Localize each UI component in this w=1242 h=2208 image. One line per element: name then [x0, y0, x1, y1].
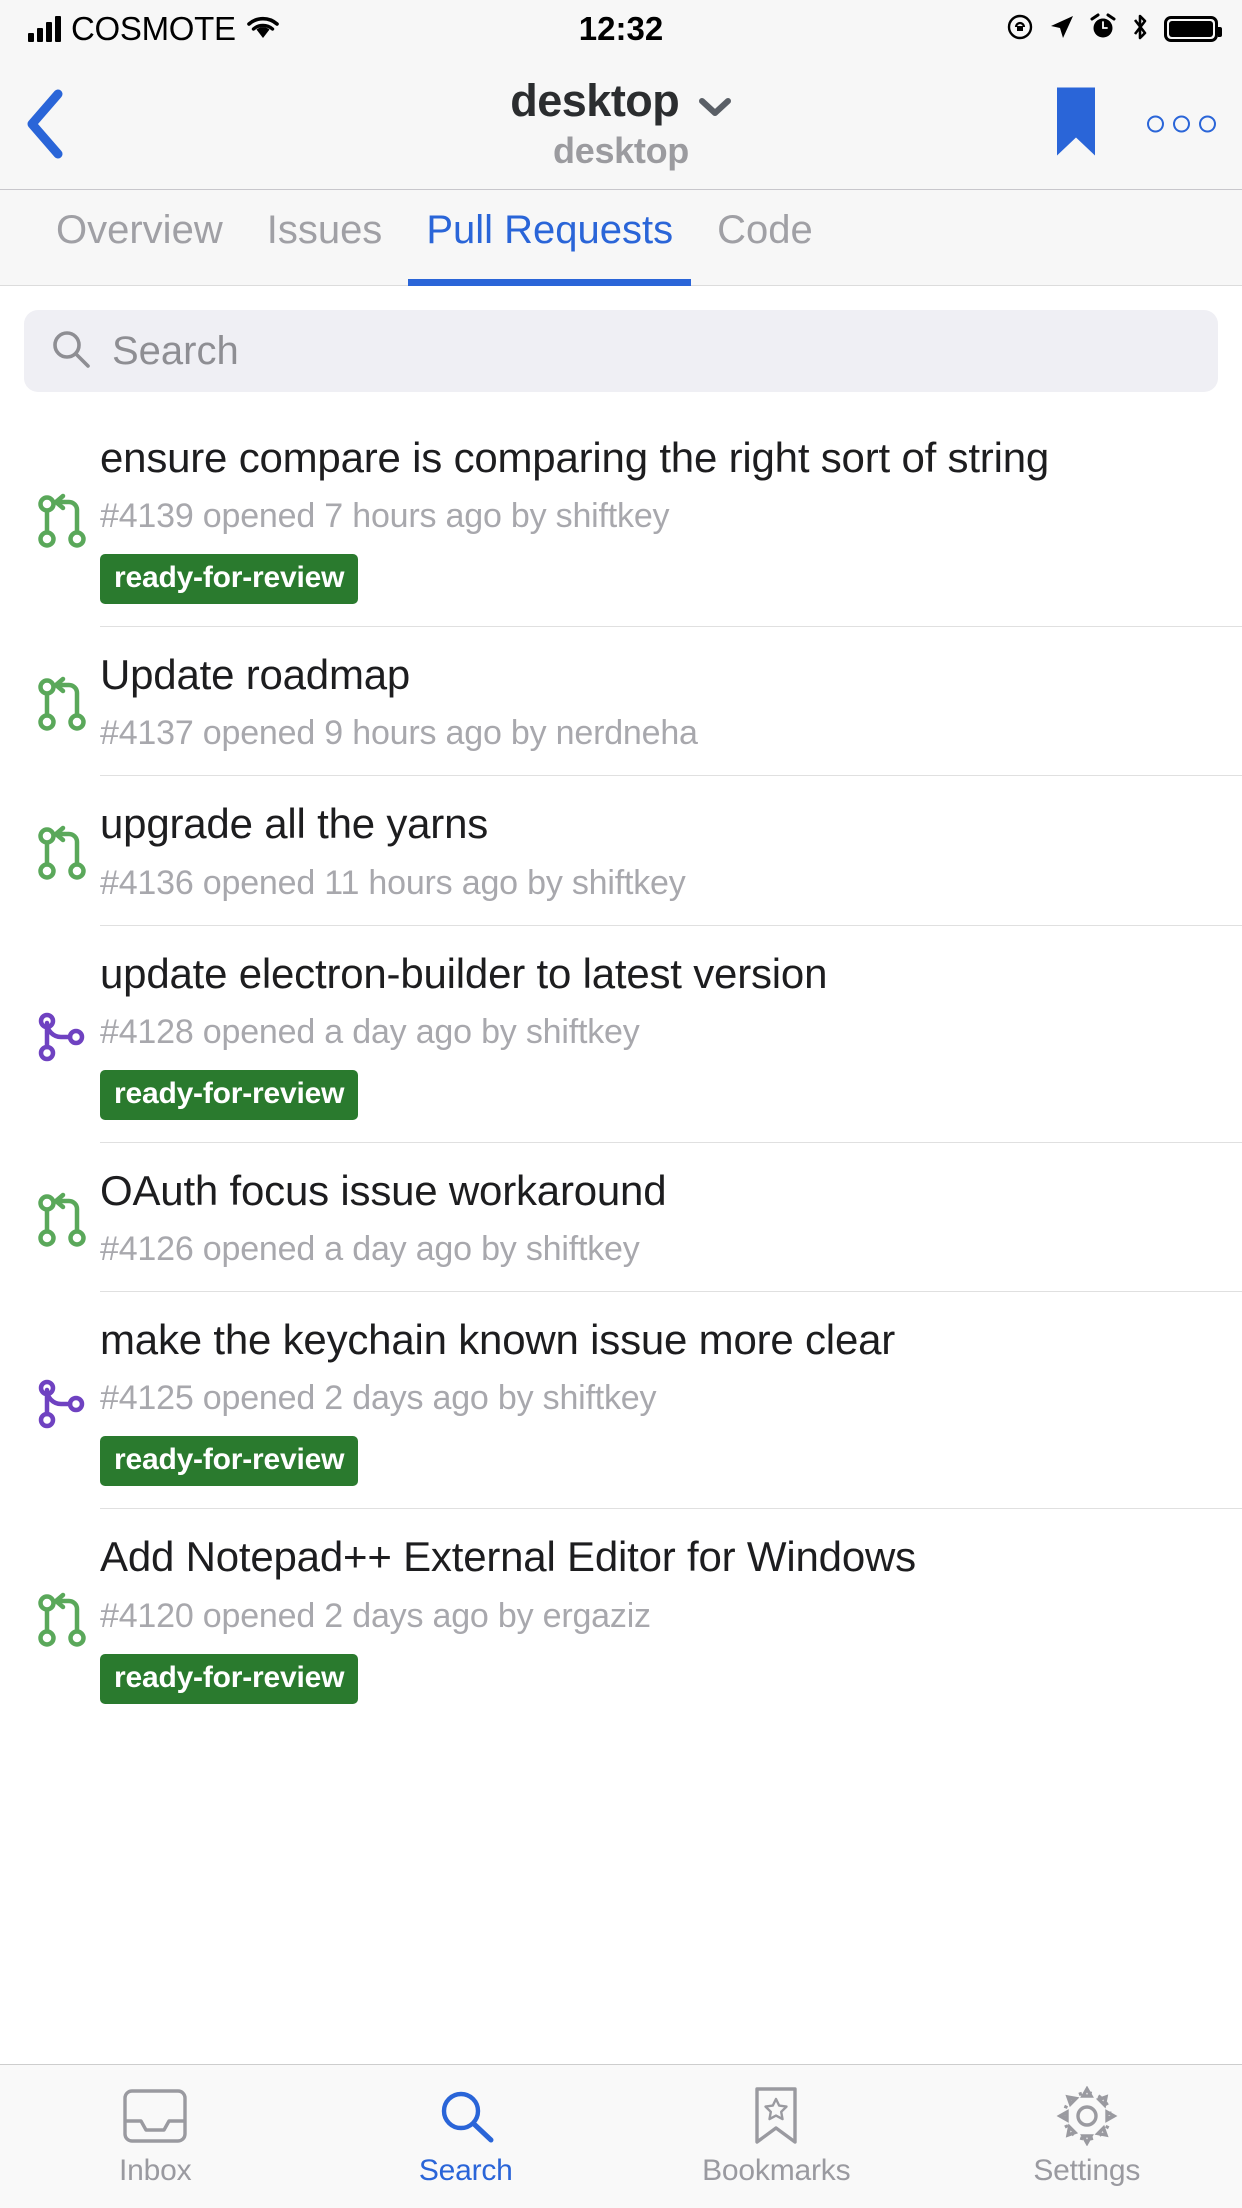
search-icon — [50, 328, 92, 375]
pull-request-list[interactable]: ensure compare is comparing the right so… — [0, 410, 1242, 2208]
tab-bar-item-inbox[interactable]: Inbox — [0, 2065, 311, 2208]
pull-request-labels: ready-for-review — [100, 1653, 1218, 1704]
tab-bar-label: Inbox — [119, 2153, 192, 2187]
tab-bar-label: Bookmarks — [702, 2153, 851, 2187]
navigation-bar: desktop desktop — [0, 58, 1242, 190]
bluetooth-icon — [1130, 12, 1150, 47]
back-chevron-icon — [27, 89, 63, 158]
table-row[interactable]: ensure compare is comparing the right so… — [0, 410, 1242, 628]
tab-overview[interactable]: Overview — [34, 190, 245, 286]
search-container: Search — [0, 286, 1242, 410]
pull-request-meta: #4139 opened 7 hours ago by shiftkey — [100, 497, 670, 536]
nav-right-actions — [1053, 85, 1216, 162]
more-options-icon[interactable] — [1147, 115, 1216, 132]
pull-request-meta: #4125 opened 2 days ago by shiftkey — [100, 1379, 657, 1418]
inbox-icon — [122, 2086, 188, 2146]
pull-request-item[interactable]: Add Notepad++ External Editor for Window… — [100, 1509, 1242, 1725]
page-title: desktop — [510, 75, 680, 126]
bookmark-icon[interactable] — [1053, 85, 1099, 162]
status-bar: COSMOTE 12:32 — [0, 0, 1242, 58]
tab-code[interactable]: Code — [695, 190, 835, 286]
git-pull-request-icon — [24, 410, 100, 627]
table-row[interactable]: Add Notepad++ External Editor for Window… — [0, 1509, 1242, 1725]
tab-pull-requests[interactable]: Pull Requests — [404, 190, 695, 286]
pull-request-title: update electron-builder to latest versio… — [100, 949, 828, 997]
pull-request-item[interactable]: Update roadmap #4137 opened 9 hours ago … — [100, 627, 1242, 777]
tab-bar-item-bookmarks[interactable]: Bookmarks — [621, 2065, 932, 2208]
table-row[interactable]: make the keychain known issue more clear… — [0, 1292, 1242, 1510]
pull-request-title: OAuth focus issue workaround — [100, 1166, 667, 1214]
pull-request-meta: #4128 opened a day ago by shiftkey — [100, 1012, 640, 1051]
table-row[interactable]: Update roadmap #4137 opened 9 hours ago … — [0, 627, 1242, 777]
pull-request-labels: ready-for-review — [100, 554, 1218, 605]
pull-request-meta: #4120 opened 2 days ago by ergaziz — [100, 1596, 651, 1635]
gear-icon — [1056, 2085, 1118, 2146]
pull-request-meta: #4136 opened 11 hours ago by shiftkey — [100, 863, 686, 902]
table-row[interactable]: OAuth focus issue workaround #4126 opene… — [0, 1143, 1242, 1293]
pull-request-title: make the keychain known issue more clear — [100, 1316, 896, 1364]
back-button[interactable] — [22, 84, 92, 164]
git-pull-request-icon — [24, 1509, 100, 1725]
git-merge-icon — [24, 1292, 100, 1509]
pull-request-labels: ready-for-review — [100, 1069, 1218, 1120]
status-badge: ready-for-review — [100, 1436, 359, 1487]
tab-bar-item-settings[interactable]: Settings — [932, 2065, 1242, 2208]
pull-request-meta: #4137 opened 9 hours ago by nerdneha — [100, 714, 698, 753]
status-badge: ready-for-review — [100, 1653, 359, 1704]
git-merge-icon — [24, 926, 100, 1143]
search-input[interactable]: Search — [24, 310, 1218, 392]
alarm-clock-icon — [1090, 13, 1116, 46]
pull-request-item[interactable]: upgrade all the yarns #4136 opened 11 ho… — [100, 776, 1242, 926]
pull-request-labels: ready-for-review — [100, 1436, 1218, 1487]
pull-request-meta: #4126 opened a day ago by shiftkey — [100, 1230, 640, 1269]
bookmark-icon — [751, 2086, 801, 2146]
pull-request-title: Add Notepad++ External Editor for Window… — [100, 1533, 916, 1581]
tab-bar-item-search[interactable]: Search — [311, 2065, 622, 2208]
tab-issues[interactable]: Issues — [245, 190, 405, 286]
table-row[interactable]: update electron-builder to latest versio… — [0, 926, 1242, 1143]
search-icon — [435, 2086, 497, 2146]
battery-icon — [1164, 16, 1222, 42]
pull-request-item[interactable]: make the keychain known issue more clear… — [100, 1292, 1242, 1510]
pull-request-title: Update roadmap — [100, 651, 411, 699]
tab-bar-label: Settings — [1033, 2153, 1141, 2187]
app-screen: COSMOTE 12:32 desktop desktop Overview I… — [0, 0, 1242, 2208]
tab-bar-label: Search — [418, 2153, 513, 2187]
pull-request-item[interactable]: ensure compare is comparing the right so… — [100, 410, 1242, 628]
git-pull-request-icon — [24, 776, 100, 925]
pull-request-title: upgrade all the yarns — [100, 800, 489, 848]
status-badge: ready-for-review — [100, 1069, 359, 1120]
pull-request-item[interactable]: update electron-builder to latest versio… — [100, 926, 1242, 1143]
git-pull-request-icon — [24, 627, 100, 776]
location-arrow-icon — [1048, 13, 1076, 46]
table-row[interactable]: upgrade all the yarns #4136 opened 11 ho… — [0, 776, 1242, 926]
pull-request-item[interactable]: OAuth focus issue workaround #4126 opene… — [100, 1143, 1242, 1293]
git-pull-request-icon — [24, 1143, 100, 1292]
pull-request-title: ensure compare is comparing the right so… — [100, 434, 1050, 481]
search-placeholder: Search — [112, 328, 239, 373]
status-badge: ready-for-review — [100, 554, 359, 605]
bottom-tab-bar: Inbox Search Bookmarks Settings — [0, 2064, 1242, 2208]
rotation-lock-icon — [1006, 13, 1034, 46]
repo-tabs: Overview Issues Pull Requests Code — [0, 190, 1242, 286]
status-bar-right — [1006, 0, 1222, 58]
chevron-down-icon — [698, 96, 732, 122]
